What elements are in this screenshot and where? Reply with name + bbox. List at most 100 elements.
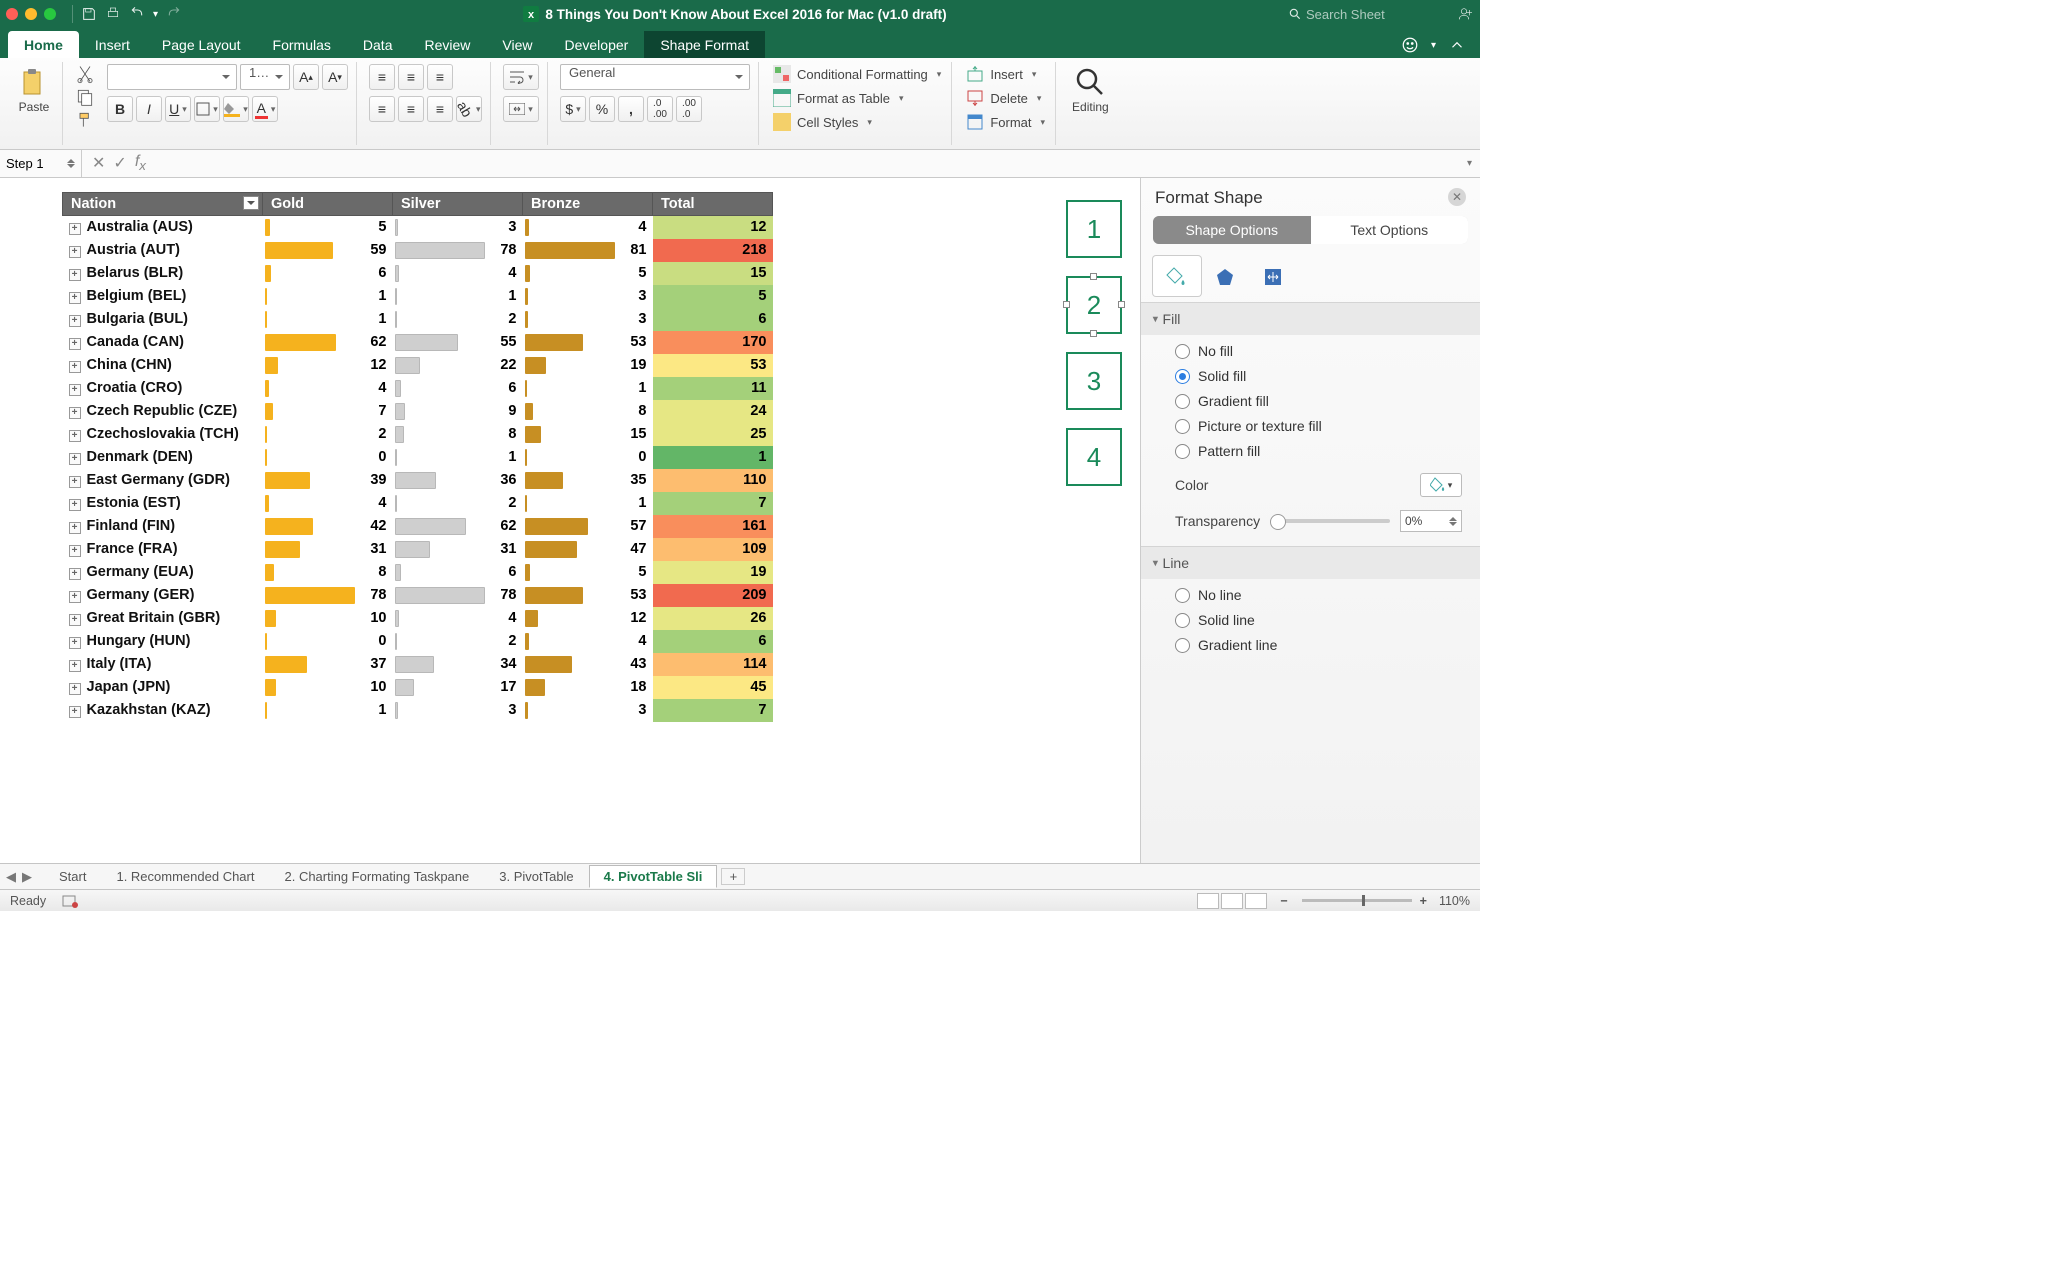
slicer-step-3[interactable]: 3 (1066, 352, 1122, 410)
insert-cells-button[interactable]: Insert (964, 64, 1038, 84)
underline-button[interactable]: U (165, 96, 191, 122)
zoom-out-button[interactable]: − (1280, 894, 1287, 908)
format-painter-icon[interactable] (75, 110, 95, 130)
line-option[interactable]: No line (1175, 587, 1462, 603)
expand-icon[interactable]: + (69, 660, 81, 672)
expand-icon[interactable]: + (69, 269, 81, 281)
column-header[interactable]: Silver (393, 193, 523, 216)
fill-color-picker[interactable]: ▾ (1420, 473, 1462, 497)
sheet-tab[interactable]: Start (44, 865, 101, 888)
redo-icon[interactable] (166, 6, 182, 22)
tab-page-layout[interactable]: Page Layout (146, 31, 257, 58)
table-row[interactable]: +Kazakhstan (KAZ)1337 (63, 699, 773, 722)
expand-icon[interactable]: + (69, 522, 81, 534)
cut-icon[interactable] (75, 64, 95, 84)
expand-icon[interactable]: + (69, 223, 81, 235)
name-box[interactable]: Step 1 (0, 150, 82, 177)
table-row[interactable]: +Bulgaria (BUL)1236 (63, 308, 773, 331)
size-properties-icon[interactable] (1249, 256, 1297, 296)
close-window[interactable] (6, 8, 18, 20)
slicer-step-4[interactable]: 4 (1066, 428, 1122, 486)
share-icon[interactable] (1458, 6, 1474, 22)
fill-option[interactable]: Picture or texture fill (1175, 418, 1462, 434)
table-row[interactable]: +Czechoslovakia (TCH)281525 (63, 423, 773, 446)
bold-button[interactable]: B (107, 96, 133, 122)
expand-icon[interactable]: + (69, 637, 81, 649)
percent-button[interactable]: % (589, 96, 615, 122)
editing-button[interactable]: Editing (1068, 64, 1113, 116)
align-bottom-button[interactable]: ≡ (427, 64, 453, 90)
fill-section-header[interactable]: Fill (1141, 303, 1480, 335)
table-row[interactable]: +Japan (JPN)10171845 (63, 676, 773, 699)
align-center-button[interactable]: ≡ (398, 96, 424, 122)
table-row[interactable]: +Denmark (DEN)0101 (63, 446, 773, 469)
copy-icon[interactable] (75, 87, 95, 107)
merge-button[interactable] (503, 96, 539, 122)
slicer-step-2[interactable]: 2 (1066, 276, 1122, 334)
print-icon[interactable] (105, 6, 121, 22)
sheet-tab[interactable]: 3. PivotTable (484, 865, 588, 888)
fill-option[interactable]: Solid fill (1175, 368, 1462, 384)
search-input[interactable] (1306, 7, 1436, 22)
search-sheet[interactable] (1288, 7, 1436, 22)
cell-styles-button[interactable]: Cell Styles (771, 112, 874, 132)
font-size-select[interactable]: 1… (240, 64, 290, 90)
page-layout-view-button[interactable] (1221, 893, 1243, 909)
expand-icon[interactable]: + (69, 545, 81, 557)
zoom-in-button[interactable]: + (1420, 894, 1427, 908)
fill-option[interactable]: No fill (1175, 343, 1462, 359)
line-option[interactable]: Gradient line (1175, 637, 1462, 653)
table-row[interactable]: +Finland (FIN)426257161 (63, 515, 773, 538)
table-row[interactable]: +Belgium (BEL)1135 (63, 285, 773, 308)
column-header[interactable]: Total (653, 193, 773, 216)
column-header[interactable]: Nation (63, 193, 263, 216)
expand-icon[interactable]: + (69, 407, 81, 419)
conditional-formatting-button[interactable]: Conditional Formatting (771, 64, 943, 84)
expand-icon[interactable]: + (69, 338, 81, 350)
pivot-table[interactable]: NationGoldSilverBronzeTotal +Australia (… (62, 192, 773, 722)
comma-button[interactable]: , (618, 96, 644, 122)
feedback-icon[interactable] (1401, 36, 1419, 54)
column-header[interactable]: Bronze (523, 193, 653, 216)
tab-view[interactable]: View (486, 31, 548, 58)
add-sheet-button[interactable]: + (721, 868, 745, 885)
table-row[interactable]: +Canada (CAN)625553170 (63, 331, 773, 354)
expand-icon[interactable]: + (69, 361, 81, 373)
column-header[interactable]: Gold (263, 193, 393, 216)
sheet-nav-prev[interactable]: ◀ (6, 869, 16, 885)
font-color-button[interactable]: A (252, 96, 278, 122)
table-row[interactable]: +Australia (AUS)53412 (63, 216, 773, 239)
slicer-step-1[interactable]: 1 (1066, 200, 1122, 258)
table-row[interactable]: +Great Britain (GBR)1041226 (63, 607, 773, 630)
sheet-tab[interactable]: 1. Recommended Chart (101, 865, 269, 888)
tab-home[interactable]: Home (8, 31, 79, 58)
expand-icon[interactable]: + (69, 315, 81, 327)
align-right-button[interactable]: ≡ (427, 96, 453, 122)
paste-button[interactable]: Paste (14, 64, 54, 116)
worksheet-area[interactable]: NationGoldSilverBronzeTotal +Australia (… (0, 178, 1140, 863)
cancel-formula-icon[interactable]: ✕ (92, 153, 105, 173)
tab-data[interactable]: Data (347, 31, 409, 58)
table-row[interactable]: +Austria (AUT)597881218 (63, 239, 773, 262)
normal-view-button[interactable] (1197, 893, 1219, 909)
undo-icon[interactable] (129, 6, 145, 22)
table-row[interactable]: +Czech Republic (CZE)79824 (63, 400, 773, 423)
align-left-button[interactable]: ≡ (369, 96, 395, 122)
expand-formula-icon[interactable]: ▾ (1459, 158, 1480, 169)
italic-button[interactable]: I (136, 96, 162, 122)
tab-developer[interactable]: Developer (548, 31, 644, 58)
expand-icon[interactable]: + (69, 568, 81, 580)
expand-icon[interactable]: + (69, 591, 81, 603)
expand-icon[interactable]: + (69, 430, 81, 442)
fill-color-button[interactable] (223, 96, 249, 122)
orientation-button[interactable]: ab (456, 96, 482, 122)
text-options-tab[interactable]: Text Options (1311, 216, 1469, 244)
table-row[interactable]: +China (CHN)12221953 (63, 354, 773, 377)
expand-icon[interactable]: + (69, 706, 81, 718)
fill-line-icon[interactable] (1153, 256, 1201, 296)
effects-icon[interactable] (1201, 256, 1249, 296)
format-as-table-button[interactable]: Format as Table (771, 88, 906, 108)
table-row[interactable]: +Estonia (EST)4217 (63, 492, 773, 515)
decrease-decimal-button[interactable]: .00.0 (676, 96, 702, 122)
table-row[interactable]: +Hungary (HUN)0246 (63, 630, 773, 653)
